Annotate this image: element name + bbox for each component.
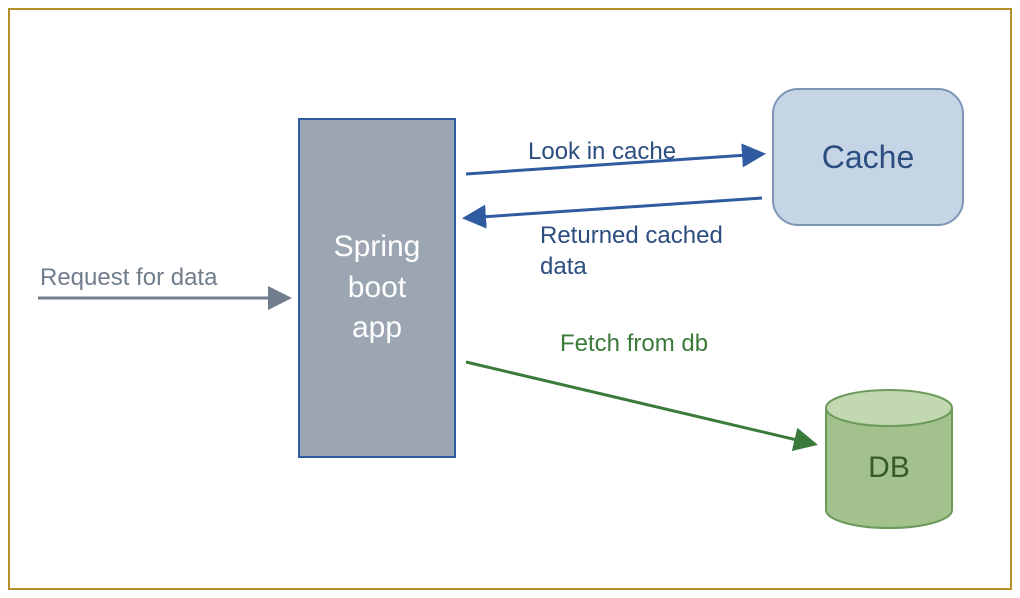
returned-cached-data-arrow-label: Returned cached data — [540, 220, 760, 282]
cache-label: Cache — [822, 139, 915, 176]
cache-node: Cache — [772, 88, 964, 226]
fetch-from-db-arrow-label: Fetch from db — [560, 330, 708, 358]
db-label: DB — [824, 388, 954, 530]
spring-boot-app-label: Springbootapp — [334, 227, 421, 349]
spring-boot-app-node: Springbootapp — [298, 118, 456, 458]
look-in-cache-arrow-label: Look in cache — [528, 138, 676, 166]
request-arrow-label: Request for data — [40, 264, 217, 292]
